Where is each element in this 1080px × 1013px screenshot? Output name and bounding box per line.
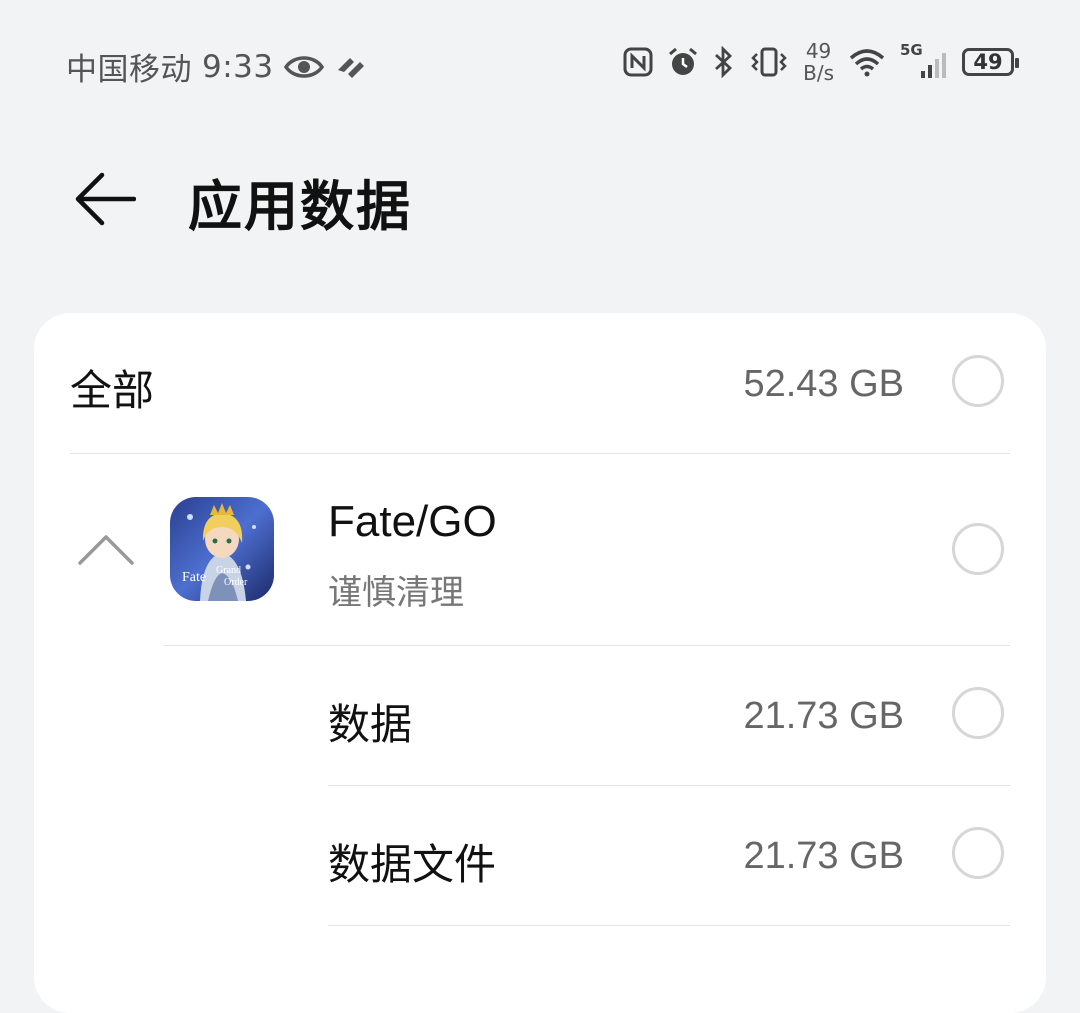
carrier-time: 中国移动 9:33	[66, 44, 368, 89]
eye-icon	[283, 55, 324, 78]
app-icon-text-fate: Fate	[182, 570, 206, 585]
divider	[328, 925, 1010, 926]
back-button[interactable]	[72, 166, 138, 232]
bluetooth-icon	[715, 46, 733, 78]
nfc-icon	[623, 47, 653, 77]
app-row[interactable]: Fate Grand Order Fate/GO 谨慎清理	[34, 453, 1046, 645]
clock: 9:33	[202, 48, 274, 85]
all-select-radio[interactable]	[952, 355, 1004, 407]
hd-call-icon	[337, 57, 364, 78]
status-bar: 中国移动 9:33 49 B/s 5G 49	[0, 0, 1080, 130]
battery-level: 49	[973, 50, 1003, 74]
back-arrow-icon	[75, 172, 136, 226]
net-speed-unit: B/s	[803, 61, 834, 85]
page-title: 应用数据	[188, 175, 412, 238]
all-row[interactable]: 全部 52.43 GB	[34, 313, 1046, 453]
app-data-card: 全部 52.43 GB Fate Grand Order Fate/GO 谨慎清…	[34, 313, 1046, 1013]
list-item[interactable]: 数据文件 21.73 GB	[34, 785, 1046, 925]
header: 应用数据	[0, 150, 1080, 250]
app-icon: Fate Grand Order	[170, 497, 274, 601]
vibrate-icon	[751, 47, 787, 77]
app-select-radio[interactable]	[952, 523, 1004, 575]
all-label: 全部	[70, 366, 155, 415]
item-size: 21.73 GB	[743, 835, 904, 877]
all-size: 52.43 GB	[743, 363, 904, 405]
item-label: 数据文件	[328, 840, 497, 889]
item-label: 数据	[328, 700, 413, 749]
fgo-app-icon: Fate Grand Order	[170, 497, 274, 601]
app-name: Fate/GO	[328, 497, 497, 546]
alarm-icon	[669, 47, 698, 75]
app-icon-text-order: Order	[224, 577, 248, 588]
signal-icon	[921, 53, 946, 78]
list-item[interactable]: 数据 21.73 GB	[34, 645, 1046, 785]
chevron-up-icon[interactable]	[76, 529, 136, 569]
app-subtitle: 谨慎清理	[328, 573, 464, 613]
item-select-radio[interactable]	[952, 687, 1004, 739]
net-speed-value: 49	[805, 39, 832, 63]
battery-icon: 49	[962, 48, 1019, 76]
app-icon-text-grand: Grand	[216, 565, 241, 576]
item-select-radio[interactable]	[952, 827, 1004, 879]
wifi-icon	[849, 49, 885, 77]
net-speed: 49 B/s	[803, 40, 834, 84]
signal-indicator: 5G	[900, 41, 948, 79]
carrier-label: 中国移动	[66, 52, 192, 88]
item-size: 21.73 GB	[743, 695, 904, 737]
status-icons: 49 B/s 5G 49	[623, 40, 1019, 84]
